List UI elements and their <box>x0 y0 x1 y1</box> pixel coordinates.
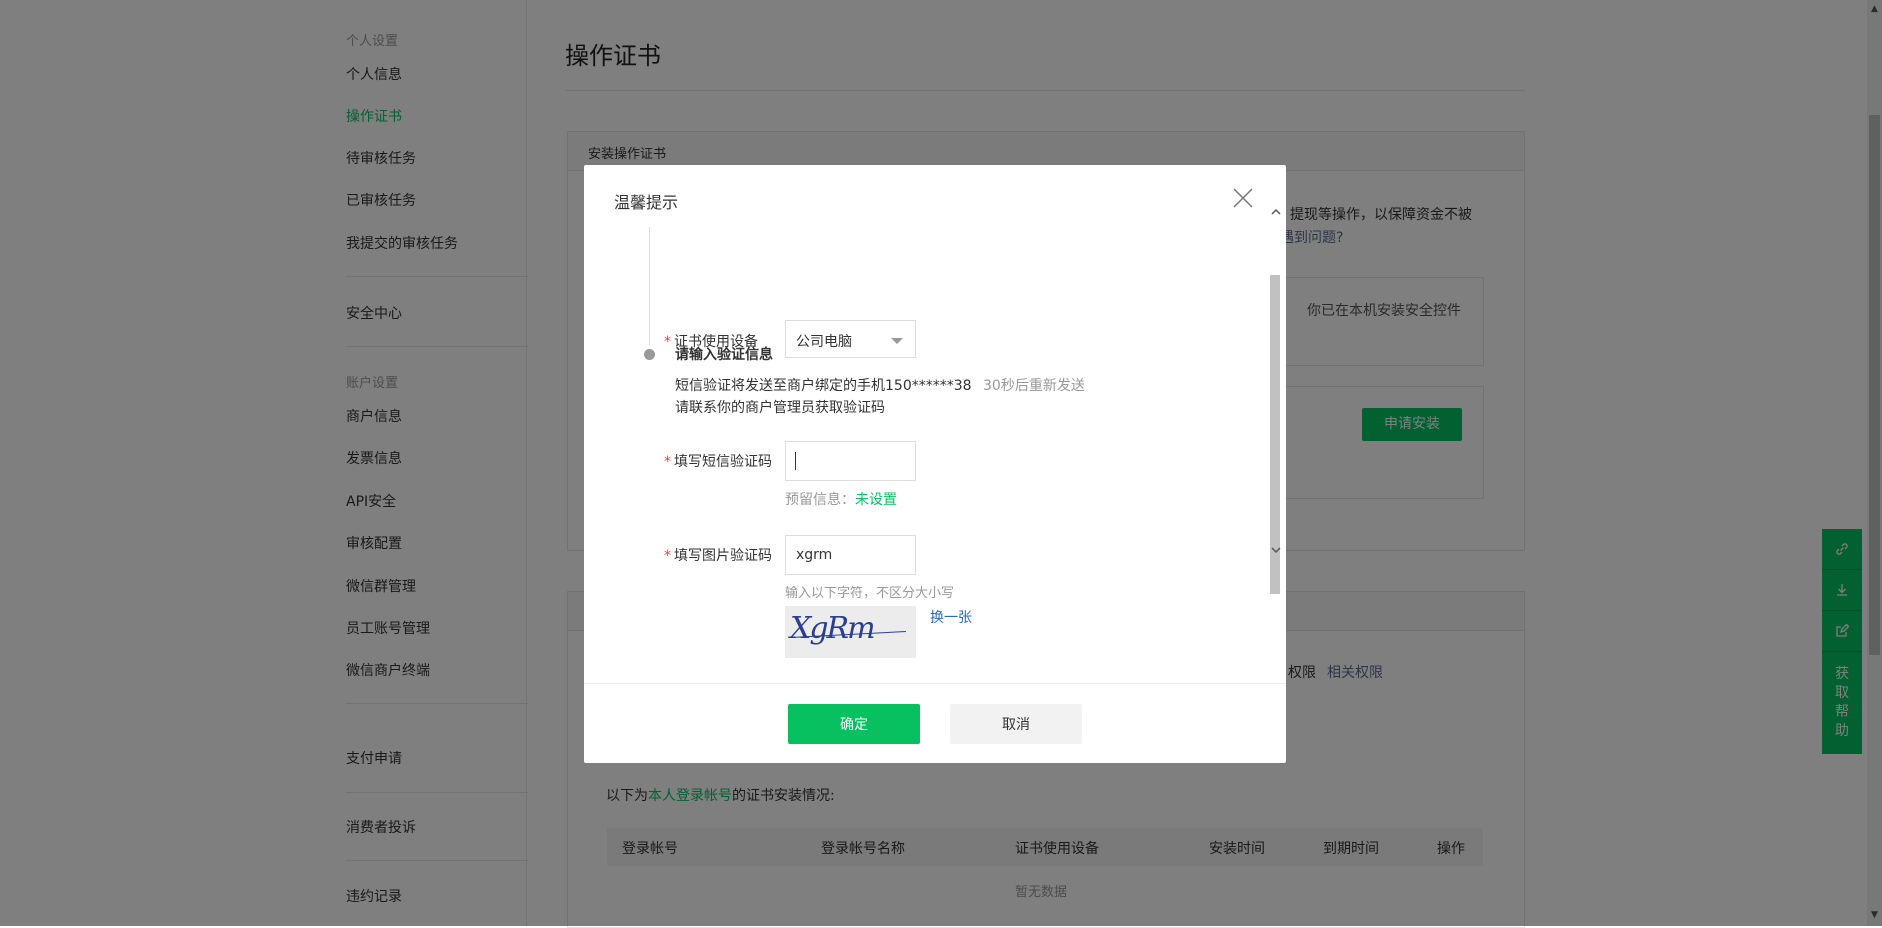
image-code-input[interactable] <box>785 535 916 575</box>
captcha-text: XgRm <box>790 611 876 646</box>
required-mark: * <box>664 454 671 470</box>
image-code-hint: 输入以下字符，不区分大小写 <box>785 586 955 601</box>
sms-code-field-label: * 填写短信验证码 <box>664 451 772 471</box>
sms-hint: 短信验证将发送至商户绑定的手机150******38 <box>675 378 972 394</box>
contact-admin-hint: 请联系你的商户管理员获取验证码 <box>675 400 885 416</box>
reserved-info-value: 未设置 <box>855 492 897 508</box>
dialog-title: 温馨提示 <box>614 193 679 212</box>
sms-code-input[interactable] <box>785 441 916 481</box>
dialog-body: * 证书使用设备 公司电脑 请输入验证信息 短信验证将发送至商户绑定的手机150*… <box>584 227 1286 682</box>
text-caret <box>795 452 796 470</box>
sms-label-text: 填写短信验证码 <box>674 454 772 470</box>
image-code-label-text: 填写图片验证码 <box>674 548 772 564</box>
verification-dialog: 温馨提示 * 证书使用设备 公司电脑 请输入验证信息 短信验证将发送至商户绑定的手… <box>584 165 1286 763</box>
captcha-image[interactable]: XgRm <box>785 606 916 658</box>
image-code-field-label: * 填写图片验证码 <box>664 545 772 565</box>
device-select[interactable]: 公司电脑 <box>785 320 916 358</box>
cancel-button[interactable]: 取消 <box>950 704 1082 744</box>
reserved-info: 预留信息：未设置 <box>785 489 897 509</box>
confirm-button[interactable]: 确定 <box>788 704 920 744</box>
chevron-down-icon <box>891 338 903 344</box>
scroll-down-arrow-icon[interactable] <box>1269 543 1283 557</box>
close-icon[interactable] <box>1230 185 1256 211</box>
resend-countdown: 30秒后重新发送 <box>983 378 1085 394</box>
refresh-captcha-link[interactable]: 换一张 <box>930 607 972 627</box>
step-dot <box>644 349 655 360</box>
reserved-info-label: 预留信息： <box>785 492 855 508</box>
dialog-footer-divider <box>584 683 1286 684</box>
step-title: 请输入验证信息 <box>675 347 773 363</box>
scroll-up-arrow-icon[interactable] <box>1269 205 1283 219</box>
required-mark: * <box>664 548 671 564</box>
required-mark: * <box>664 334 671 350</box>
step-timeline-line <box>649 227 650 345</box>
device-select-value: 公司电脑 <box>796 334 852 350</box>
